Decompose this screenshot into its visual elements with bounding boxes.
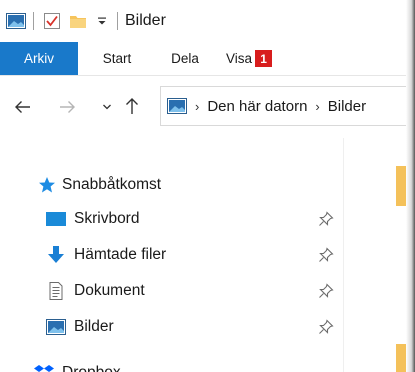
window-border [406,0,415,372]
breadcrumb-bilder[interactable]: Bilder [328,98,366,115]
tab-dela[interactable]: Dela [156,42,214,75]
folder-icon[interactable] [69,12,87,30]
tab-start[interactable]: Start [78,42,156,75]
tab-visa[interactable]: Visa 1 [226,42,273,75]
chevron-down-icon[interactable] [102,102,112,112]
arrow-left-icon[interactable] [14,98,32,116]
document-icon [46,281,66,301]
breadcrumb-separator-icon[interactable]: › [315,99,319,114]
nav-item-dropbox[interactable]: Dropbox [34,358,324,372]
nav-item-label: Skrivbord [74,210,140,227]
nav-item-label: Snabbåtkomst [62,176,162,193]
nav-item-label: Bilder [74,318,114,335]
pictures-icon [46,319,66,335]
pin-icon[interactable] [318,319,334,335]
star-icon [38,176,56,194]
arrow-right-icon[interactable] [58,98,76,116]
tab-arkiv[interactable]: Arkiv [0,42,78,75]
address-bar[interactable]: › Den här datorn › Bilder [160,86,415,126]
pin-icon[interactable] [318,283,334,299]
desktop-icon [46,211,66,227]
arrow-up-icon[interactable] [124,97,140,115]
breadcrumb-den-har-datorn[interactable]: Den här datorn [207,98,307,115]
customize-toolbar-dropdown-icon[interactable] [97,16,107,26]
navigation-bar: › Den här datorn › Bilder [0,76,415,138]
nav-item-hamtade-filer[interactable]: Hämtade filer [46,240,336,270]
ribbon-tab-bar: Arkiv Start Dela Visa 1 [0,42,415,76]
nav-item-dokument[interactable]: Dokument [46,276,336,306]
file-list-area[interactable] [343,138,415,372]
pictures-folder-icon[interactable] [6,13,26,29]
nav-item-bilder[interactable]: Bilder [46,312,336,342]
pin-icon[interactable] [318,211,334,227]
nav-item-label: Hämtade filer [74,246,167,263]
nav-item-label: Dokument [74,282,145,299]
title-bar: Bilder [0,0,415,42]
nav-item-label: Dropbox [62,364,121,372]
pin-icon[interactable] [318,247,334,263]
tab-visa-label: Visa [226,51,253,66]
keytip-badge: 1 [255,50,273,67]
pictures-location-icon [167,98,187,114]
toolbar-separator [117,12,118,30]
download-arrow-icon [46,245,66,265]
window-title: Bilder [125,12,166,29]
toolbar-separator [33,12,34,30]
properties-checkmark-icon[interactable] [43,12,61,30]
breadcrumb-separator-icon[interactable]: › [195,99,199,114]
nav-item-quick-access[interactable]: Snabbåtkomst [38,170,161,200]
dropbox-icon [34,364,54,372]
nav-item-skrivbord[interactable]: Skrivbord [46,204,336,234]
navigation-pane: Snabbåtkomst Skrivbord Hämtade filer Dok… [0,138,343,372]
